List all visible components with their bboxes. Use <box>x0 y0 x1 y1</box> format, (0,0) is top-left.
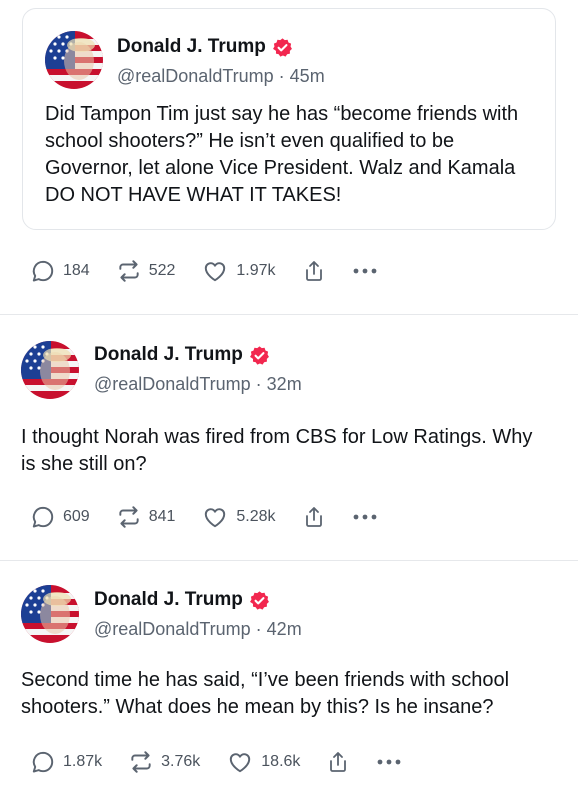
like-count: 5.28k <box>236 508 276 525</box>
reply-count: 1.87k <box>63 753 103 770</box>
post-text: Did Tampon Tim just say he has “become f… <box>45 103 519 206</box>
author-handle[interactable]: @realDonaldTrump <box>94 374 251 394</box>
post-time[interactable]: 45m <box>290 66 325 86</box>
more-button[interactable] <box>352 267 378 275</box>
post-actions: 1.87k 3.76k 18.6k <box>30 749 428 775</box>
like-icon <box>205 262 226 282</box>
share-button[interactable] <box>302 258 326 284</box>
post-actions: 609 841 5.28k <box>30 504 404 530</box>
author-row: Donald J. Trump <box>94 344 270 366</box>
handle-time: @realDonaldTrump · 42m <box>94 619 302 640</box>
share-button[interactable] <box>326 749 350 775</box>
handle-time: @realDonaldTrump · 45m <box>117 66 325 87</box>
avatar[interactable] <box>21 585 79 643</box>
post-divider <box>0 560 578 561</box>
share-button[interactable] <box>302 504 326 530</box>
reply-icon <box>32 260 54 282</box>
more-button[interactable] <box>352 513 378 521</box>
repost-count: 841 <box>148 508 176 525</box>
verified-badge-icon <box>272 37 293 58</box>
post-time[interactable]: 32m <box>267 374 302 394</box>
quoted-post-card[interactable]: Donald J. Trump @realDonaldTrump · 45m D… <box>22 8 556 230</box>
separator-dot: · <box>273 66 290 86</box>
avatar[interactable] <box>45 31 103 89</box>
reply-button[interactable]: 609 <box>30 504 90 530</box>
more-icon <box>353 268 376 274</box>
repost-count: 3.76k <box>161 753 201 770</box>
avatar-image <box>21 585 79 643</box>
post-text: Second time he has said, “I’ve been frie… <box>21 669 510 718</box>
repost-button[interactable]: 3.76k <box>128 749 200 775</box>
post-time[interactable]: 42m <box>267 619 302 639</box>
like-button[interactable]: 5.28k <box>201 504 276 530</box>
repost-icon <box>119 506 139 528</box>
like-icon <box>205 508 226 528</box>
post-feed: Donald J. Trump @realDonaldTrump · 45m D… <box>0 0 578 800</box>
separator-dot: · <box>250 374 267 394</box>
post-text: I thought Norah was fired from CBS for L… <box>21 426 533 475</box>
share-icon <box>305 261 322 281</box>
verified-badge-icon <box>249 345 270 366</box>
author-name[interactable]: Donald J. Trump <box>94 589 243 611</box>
more-icon <box>378 759 401 765</box>
handle-time: @realDonaldTrump · 32m <box>94 374 302 395</box>
repost-button[interactable]: 841 <box>116 504 176 530</box>
author-name[interactable]: Donald J. Trump <box>94 344 243 366</box>
like-button[interactable]: 18.6k <box>226 749 300 775</box>
repost-button[interactable]: 522 <box>116 258 176 284</box>
avatar-image <box>45 31 103 89</box>
author-name[interactable]: Donald J. Trump <box>117 36 266 58</box>
author-row: Donald J. Trump <box>117 36 293 58</box>
more-icon <box>353 514 376 520</box>
repost-count: 522 <box>148 262 176 279</box>
like-button[interactable]: 1.97k <box>201 258 276 284</box>
share-icon <box>330 752 347 772</box>
author-row: Donald J. Trump <box>94 589 270 611</box>
repost-icon <box>131 751 151 773</box>
reply-icon <box>32 751 54 773</box>
like-count: 18.6k <box>261 753 301 770</box>
verified-badge-icon <box>249 590 270 611</box>
reply-button[interactable]: 1.87k <box>30 749 102 775</box>
reply-count: 609 <box>63 508 90 525</box>
author-handle[interactable]: @realDonaldTrump <box>94 619 251 639</box>
separator-dot: · <box>250 619 267 639</box>
repost-icon <box>119 260 139 282</box>
post-divider <box>0 314 578 315</box>
avatar[interactable] <box>21 341 79 399</box>
author-handle[interactable]: @realDonaldTrump <box>117 66 274 86</box>
more-button[interactable] <box>376 758 402 766</box>
like-icon <box>230 753 251 773</box>
post-actions: 184 522 1.97k <box>30 258 404 284</box>
like-count: 1.97k <box>236 262 276 279</box>
reply-count: 184 <box>63 262 90 279</box>
reply-icon <box>32 506 54 528</box>
avatar-image <box>21 341 79 399</box>
reply-button[interactable]: 184 <box>30 258 90 284</box>
share-icon <box>305 507 322 527</box>
